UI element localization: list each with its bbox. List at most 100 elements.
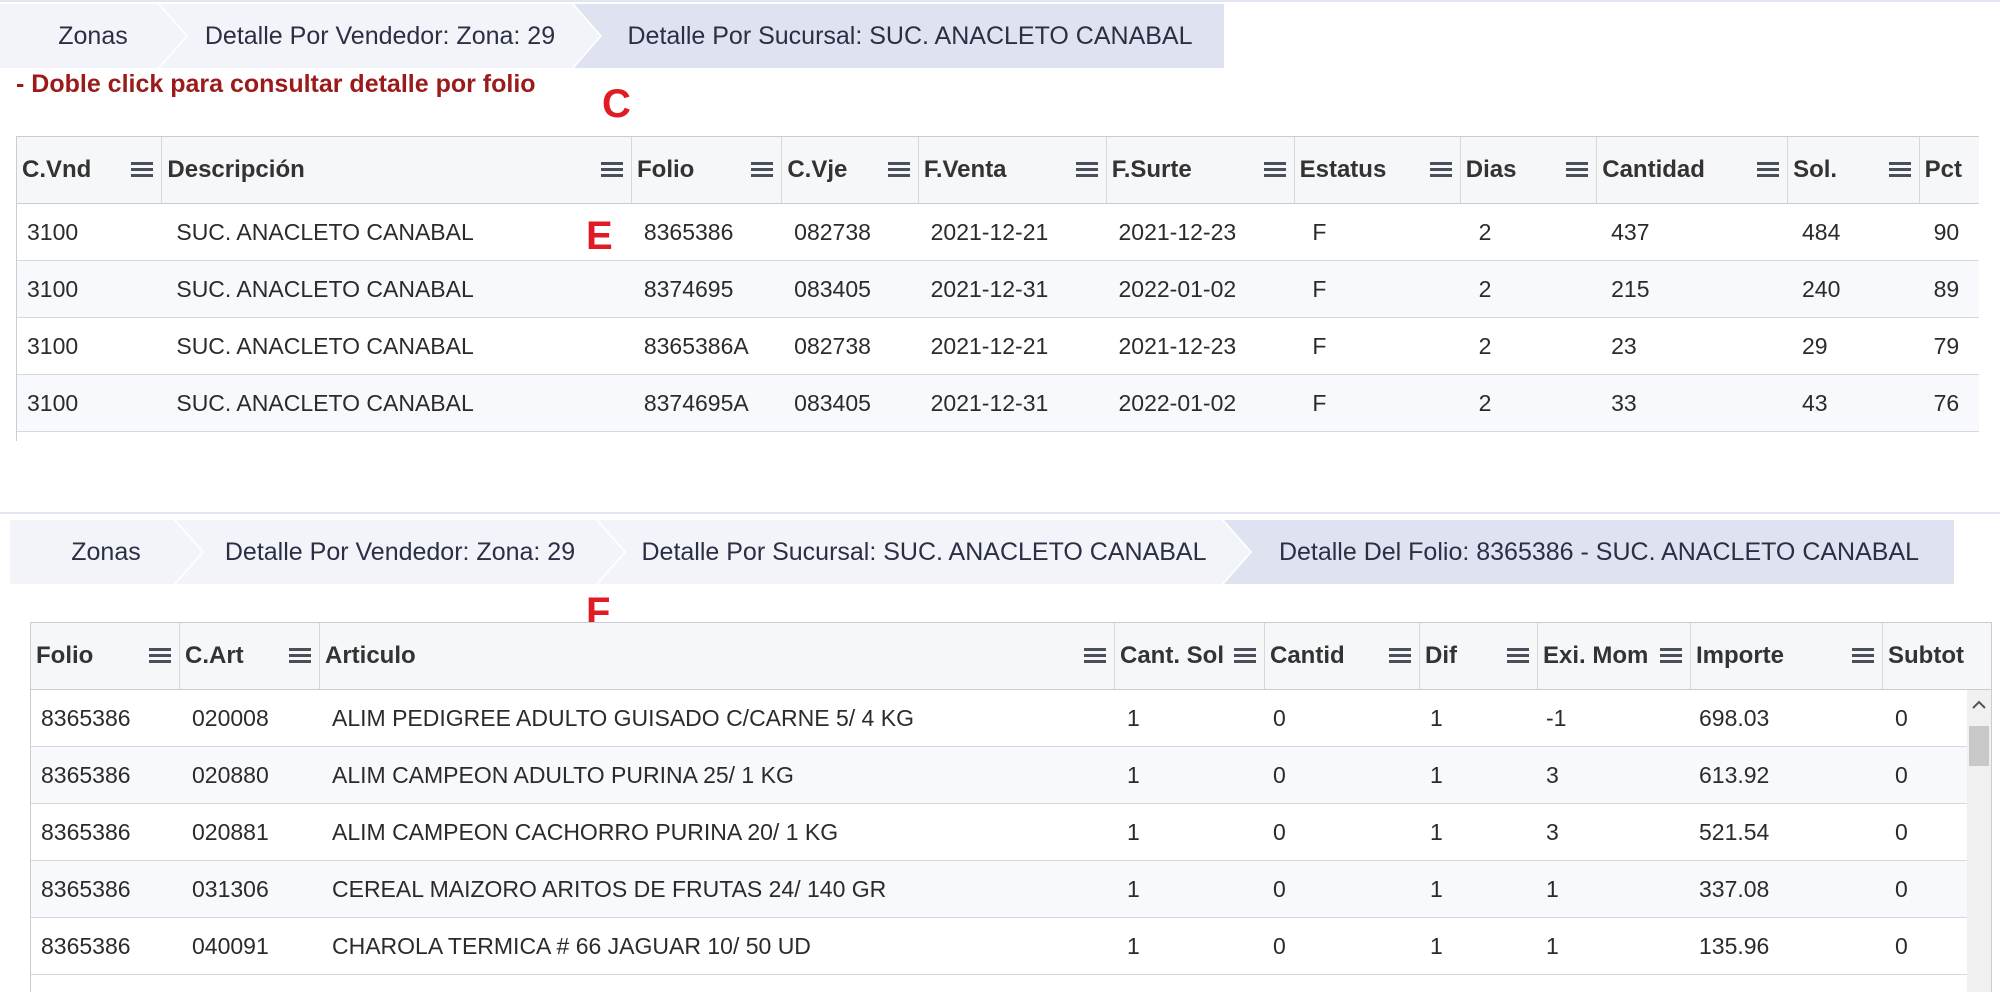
- column-menu-icon[interactable]: [1234, 648, 1256, 664]
- cell: 1: [1127, 761, 1140, 788]
- column-header[interactable]: Estatus: [1295, 137, 1461, 203]
- breadcrumb-item-sucursal[interactable]: Detalle Por Sucursal: SUC. ANACLETO CANA…: [598, 520, 1250, 584]
- column-header[interactable]: Cant. Sol: [1115, 623, 1265, 689]
- breadcrumb-item-vendedor[interactable]: Detalle Por Vendedor: Zona: 29: [160, 4, 600, 68]
- breadcrumb-item-zonas[interactable]: Zonas: [10, 520, 202, 584]
- breadcrumb-item-zonas[interactable]: Zonas: [0, 4, 186, 68]
- grid-header: C.Vnd Descripción Folio C.Vje F.Venta F.…: [17, 137, 1979, 204]
- cell: SUC. ANACLETO CANABAL: [176, 218, 474, 245]
- cell: 083405: [794, 275, 871, 302]
- table-row[interactable]: 3100 SUC. ANACLETO CANABAL 8365386 08273…: [17, 204, 1979, 261]
- breadcrumb-item-vendedor[interactable]: Detalle Por Vendedor: Zona: 29: [176, 520, 624, 584]
- column-menu-icon[interactable]: [289, 648, 311, 664]
- cell: 2: [1478, 275, 1492, 302]
- column-header[interactable]: Subtot: [1883, 623, 1989, 689]
- column-header[interactable]: C.Vnd: [17, 137, 163, 203]
- cell: 1: [1430, 875, 1443, 902]
- breadcrumb-label: Detalle Por Vendedor: Zona: 29: [204, 22, 556, 50]
- column-header[interactable]: Cantid: [1265, 623, 1420, 689]
- cell: F: [1312, 218, 1327, 245]
- column-menu-icon[interactable]: [1888, 162, 1911, 178]
- cell: 698.03: [1699, 704, 1770, 731]
- cell: CHAROLA TERMICA # 66 JAGUAR 10/ 50 UD: [332, 932, 811, 959]
- column-header[interactable]: Pct: [1920, 137, 1979, 203]
- column-menu-icon[interactable]: [1084, 648, 1106, 664]
- table-row[interactable]: 3100 SUC. ANACLETO CANABAL 8374695A 0834…: [17, 375, 1979, 432]
- cell: 29: [1801, 332, 1828, 359]
- table-row[interactable]: 8365386 040091 CHAROLA TERMICA # 66 JAGU…: [31, 918, 1967, 975]
- cell: 3100: [27, 389, 79, 416]
- grid-header: Folio C.Art Articulo Cant. Sol Cantid Di…: [31, 623, 1991, 690]
- table-row[interactable]: 8365386 020008 ALIM PEDIGREE ADULTO GUIS…: [31, 690, 1967, 747]
- column-header[interactable]: Dif: [1420, 623, 1538, 689]
- cell: 2021-12-23: [1118, 332, 1237, 359]
- column-menu-icon[interactable]: [1566, 162, 1589, 178]
- column-menu-icon[interactable]: [1075, 162, 1098, 178]
- cell: 1: [1430, 932, 1443, 959]
- scroll-up-arrow-icon[interactable]: [1967, 690, 1991, 720]
- table-row[interactable]: 3100 SUC. ANACLETO CANABAL 8365386A 0827…: [17, 318, 1979, 375]
- cell: ALIM CAMPEON CACHORRO PURINA 20/ 1 KG: [332, 818, 839, 845]
- column-menu-icon[interactable]: [751, 162, 774, 178]
- column-header[interactable]: Articulo: [320, 623, 1115, 689]
- cell: -1: [1546, 704, 1567, 731]
- column-menu-icon[interactable]: [1507, 648, 1529, 664]
- column-header[interactable]: C.Vje: [782, 137, 919, 203]
- cell: 135.96: [1699, 932, 1770, 959]
- grid-body: 8365386 020008 ALIM PEDIGREE ADULTO GUIS…: [31, 690, 1967, 975]
- cell: 040091: [192, 932, 269, 959]
- vertical-scrollbar[interactable]: [1967, 690, 1991, 992]
- cell: 2021-12-21: [930, 218, 1049, 245]
- cell: 1: [1430, 818, 1443, 845]
- cell: 3100: [27, 218, 79, 245]
- sucursal-grid: C.Vnd Descripción Folio C.Vje F.Venta F.…: [16, 136, 1979, 441]
- breadcrumb-label: Detalle Por Sucursal: SUC. ANACLETO CANA…: [641, 538, 1207, 566]
- cell: 521.54: [1699, 818, 1770, 845]
- cell: F: [1312, 332, 1327, 359]
- table-row[interactable]: 8365386 020880 ALIM CAMPEON ADULTO PURIN…: [31, 747, 1967, 804]
- column-header[interactable]: F.Venta: [919, 137, 1107, 203]
- table-row[interactable]: 8365386 020881 ALIM CAMPEON CACHORRO PUR…: [31, 804, 1967, 861]
- cell: 0: [1895, 818, 1908, 845]
- cell: 23: [1611, 332, 1637, 359]
- column-menu-icon[interactable]: [601, 162, 624, 178]
- table-row[interactable]: 8365386 031306 CEREAL MAIZORO ARITOS DE …: [31, 861, 1967, 918]
- column-menu-icon[interactable]: [131, 162, 154, 178]
- column-menu-icon[interactable]: [1263, 162, 1286, 178]
- column-header[interactable]: F.Surte: [1107, 137, 1295, 203]
- cell: 8374695: [643, 275, 734, 302]
- column-header[interactable]: Importe: [1691, 623, 1883, 689]
- scroll-thumb[interactable]: [1969, 726, 1989, 766]
- column-header[interactable]: Exi. Mom: [1538, 623, 1691, 689]
- column-menu-icon[interactable]: [887, 162, 910, 178]
- cell: 33: [1611, 389, 1637, 416]
- column-header[interactable]: Dias: [1461, 137, 1598, 203]
- column-header[interactable]: Folio: [31, 623, 180, 689]
- cell: 8365386: [41, 818, 131, 845]
- column-header[interactable]: Sol.: [1788, 137, 1920, 203]
- column-menu-icon[interactable]: [1429, 162, 1452, 178]
- column-header[interactable]: Folio: [632, 137, 783, 203]
- cell: 0: [1273, 818, 1286, 845]
- cell: SUC. ANACLETO CANABAL: [176, 332, 474, 359]
- column-menu-icon[interactable]: [1757, 162, 1780, 178]
- column-header[interactable]: C.Art: [180, 623, 320, 689]
- breadcrumb-item-folio[interactable]: Detalle Del Folio: 8365386 - SUC. ANACLE…: [1224, 520, 1954, 584]
- annotation-mark-c: C: [602, 82, 631, 126]
- column-header[interactable]: Cantidad: [1597, 137, 1789, 203]
- cell: 0: [1273, 761, 1286, 788]
- column-header[interactable]: Descripción: [162, 137, 633, 203]
- column-menu-icon[interactable]: [1389, 648, 1411, 664]
- cell: 2022-01-02: [1118, 389, 1237, 416]
- column-menu-icon[interactable]: [1660, 648, 1682, 664]
- cell: 8365386A: [643, 332, 749, 359]
- column-menu-icon[interactable]: [1852, 648, 1874, 664]
- cell: 90: [1933, 218, 1960, 245]
- table-row[interactable]: 3100 SUC. ANACLETO CANABAL 8374695 08340…: [17, 261, 1979, 318]
- cell: 0: [1895, 932, 1908, 959]
- cell: 2021-12-21: [930, 332, 1049, 359]
- cell: 8365386: [41, 704, 131, 731]
- breadcrumb-item-sucursal[interactable]: Detalle Por Sucursal: SUC. ANACLETO CANA…: [574, 4, 1224, 68]
- cell: 79: [1933, 332, 1960, 359]
- column-menu-icon[interactable]: [149, 648, 171, 664]
